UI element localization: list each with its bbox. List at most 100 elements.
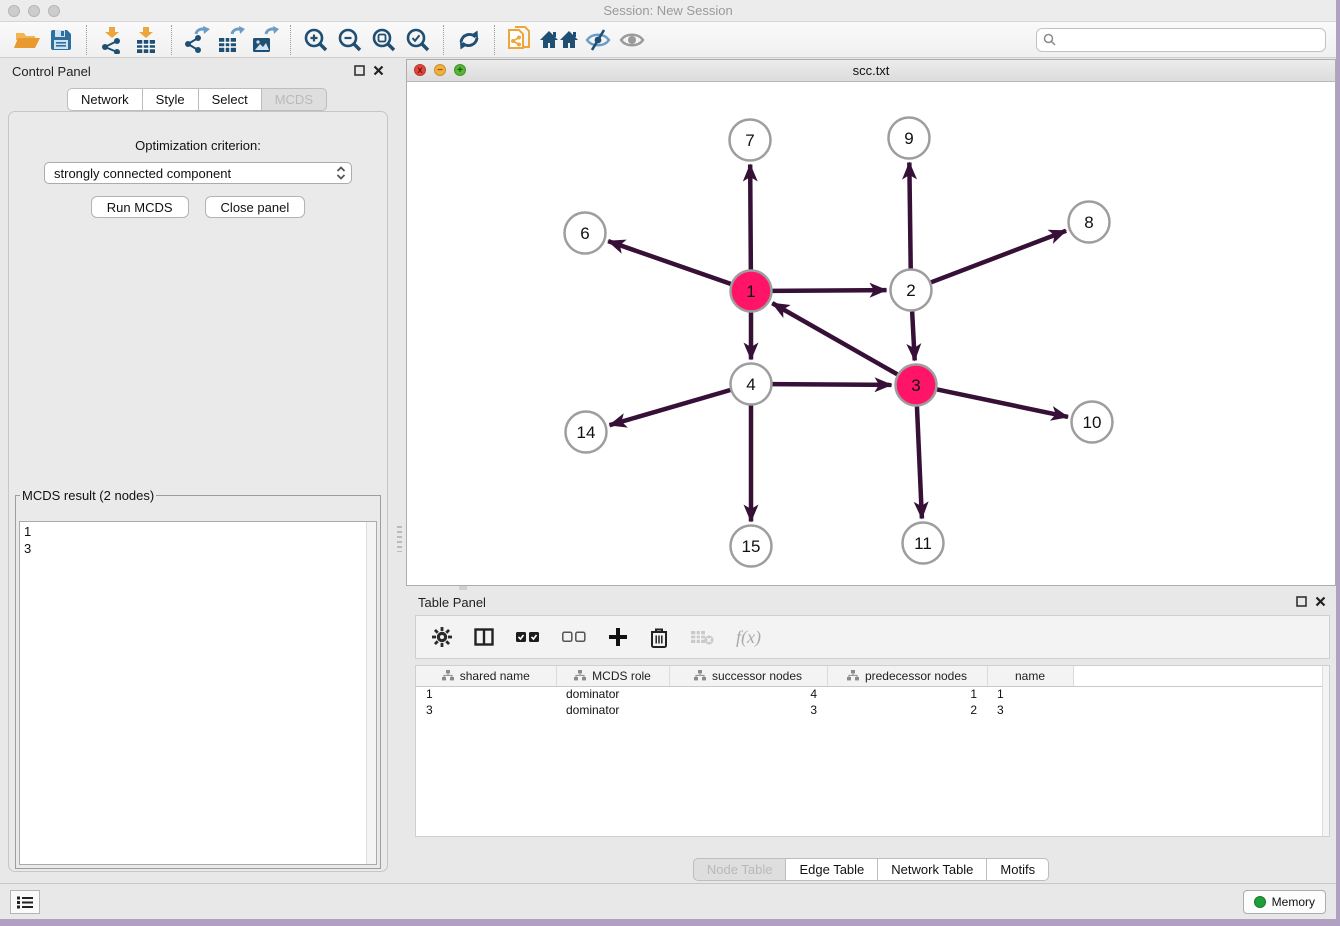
tab-node-table[interactable]: Node Table bbox=[693, 858, 786, 881]
render-eye-button[interactable] bbox=[615, 24, 649, 56]
add-column-icon[interactable] bbox=[608, 627, 628, 647]
graph-edge-1-6[interactable] bbox=[608, 241, 731, 284]
graph-edge-4-3[interactable] bbox=[772, 384, 891, 385]
delete-table-icon[interactable] bbox=[690, 629, 714, 645]
column-settings-gear-icon[interactable] bbox=[432, 627, 452, 647]
graph-edge-2-8[interactable] bbox=[931, 231, 1066, 283]
graph-edge-1-2[interactable] bbox=[772, 290, 886, 291]
column-header-shared-name[interactable]: shared name bbox=[416, 666, 556, 686]
panel-split-icon[interactable] bbox=[474, 628, 494, 646]
zoom-selected-button[interactable] bbox=[401, 24, 435, 56]
eye-icon bbox=[618, 28, 646, 52]
clone-network-button[interactable] bbox=[503, 24, 537, 56]
app-window: Session: New Session bbox=[0, 0, 1336, 919]
tab-network[interactable]: Network bbox=[67, 88, 142, 111]
column-header-mcds-role[interactable]: MCDS role bbox=[556, 666, 669, 686]
graph-edge-3-10[interactable] bbox=[937, 389, 1068, 417]
network-close-button[interactable]: x bbox=[414, 64, 426, 76]
tab-select[interactable]: Select bbox=[198, 88, 261, 111]
zoom-in-icon bbox=[303, 27, 329, 53]
control-panel-tabs: Network Style Select MCDS bbox=[0, 88, 394, 111]
graph-node-2[interactable]: 2 bbox=[891, 270, 932, 311]
task-history-button[interactable] bbox=[10, 890, 40, 914]
welcome-screen-button[interactable] bbox=[537, 24, 581, 56]
graph-edge-1-7[interactable] bbox=[750, 164, 751, 269]
column-header-successor-nodes[interactable]: successor nodes bbox=[669, 666, 827, 686]
import-network-icon bbox=[99, 26, 125, 54]
tab-style[interactable]: Style bbox=[142, 88, 198, 111]
export-image-icon bbox=[251, 26, 279, 54]
table-scrollbar[interactable] bbox=[1322, 666, 1329, 836]
graph-node-3[interactable]: 3 bbox=[896, 365, 937, 406]
delete-column-trash-icon[interactable] bbox=[650, 627, 668, 648]
table-row[interactable]: 1 dominator 4 1 1 bbox=[416, 686, 1329, 702]
graph-node-10[interactable]: 10 bbox=[1072, 402, 1113, 443]
hide-graphics-details-button[interactable] bbox=[581, 24, 615, 56]
svg-text:10: 10 bbox=[1083, 413, 1102, 432]
search-box[interactable] bbox=[1036, 28, 1326, 52]
graph-node-8[interactable]: 8 bbox=[1069, 202, 1110, 243]
search-input[interactable] bbox=[1060, 32, 1319, 47]
export-network-button[interactable] bbox=[180, 24, 214, 56]
result-scrollbar[interactable] bbox=[366, 522, 376, 864]
graph-node-1[interactable]: 1 bbox=[731, 271, 772, 312]
deselect-all-checkboxes-icon[interactable] bbox=[562, 631, 586, 643]
svg-text:7: 7 bbox=[745, 131, 754, 150]
zoom-window-button[interactable] bbox=[48, 5, 60, 17]
table-row[interactable]: 3 dominator 3 2 3 bbox=[416, 702, 1329, 718]
graph-edge-2-3[interactable] bbox=[912, 311, 915, 360]
zoom-in-button[interactable] bbox=[299, 24, 333, 56]
tab-edge-table[interactable]: Edge Table bbox=[785, 858, 877, 881]
network-window-titlebar: x − + scc.txt bbox=[407, 60, 1335, 82]
close-window-button[interactable] bbox=[8, 5, 20, 17]
eye-slash-icon bbox=[584, 28, 612, 52]
close-panel-icon[interactable] bbox=[1315, 596, 1326, 607]
apply-layout-button[interactable] bbox=[452, 24, 486, 56]
criterion-dropdown[interactable]: strongly connected component bbox=[44, 162, 352, 184]
svg-text:11: 11 bbox=[914, 534, 932, 553]
close-panel-icon[interactable] bbox=[373, 65, 384, 76]
graph-node-15[interactable]: 15 bbox=[731, 526, 772, 567]
graph-edge-4-14[interactable] bbox=[610, 390, 731, 425]
save-session-button[interactable] bbox=[44, 24, 78, 56]
column-header-name[interactable]: name bbox=[987, 666, 1073, 686]
table-header-row: shared name MCDS role successor nodes pr… bbox=[416, 666, 1329, 686]
table-panel-title: Table Panel bbox=[418, 595, 486, 610]
graph-node-6[interactable]: 6 bbox=[565, 213, 606, 254]
select-all-checkboxes-icon[interactable] bbox=[516, 631, 540, 643]
column-header-predecessor-nodes[interactable]: predecessor nodes bbox=[827, 666, 987, 686]
memory-button[interactable]: Memory bbox=[1243, 890, 1326, 914]
vertical-splitter-handle[interactable] bbox=[397, 526, 402, 552]
mcds-result-list[interactable]: 1 3 bbox=[19, 521, 377, 865]
tab-network-table[interactable]: Network Table bbox=[877, 858, 986, 881]
export-image-button[interactable] bbox=[248, 24, 282, 56]
float-panel-icon[interactable] bbox=[1296, 596, 1307, 607]
graph-node-9[interactable]: 9 bbox=[889, 118, 930, 159]
import-network-button[interactable] bbox=[95, 24, 129, 56]
float-panel-icon[interactable] bbox=[354, 65, 365, 76]
zoom-out-button[interactable] bbox=[333, 24, 367, 56]
function-builder-icon[interactable]: f(x) bbox=[736, 627, 761, 648]
graph-edge-3-11[interactable] bbox=[917, 406, 922, 518]
graph-edge-2-9[interactable] bbox=[909, 162, 910, 268]
run-mcds-button[interactable]: Run MCDS bbox=[91, 196, 189, 218]
export-table-button[interactable] bbox=[214, 24, 248, 56]
network-canvas[interactable]: 7 9 6 8 1 2 4 3 14 10 15 11 bbox=[407, 82, 1335, 585]
tab-motifs[interactable]: Motifs bbox=[986, 858, 1049, 881]
open-session-button[interactable] bbox=[10, 24, 44, 56]
close-panel-button[interactable]: Close panel bbox=[205, 196, 306, 218]
svg-text:9: 9 bbox=[904, 129, 913, 148]
zoom-fit-button[interactable] bbox=[367, 24, 401, 56]
network-minimize-button[interactable]: − bbox=[434, 64, 446, 76]
graph-node-11[interactable]: 11 bbox=[903, 523, 944, 564]
optimization-criterion-label: Optimization criterion: bbox=[9, 138, 387, 153]
graph-edge-3-1[interactable] bbox=[772, 303, 897, 374]
import-table-button[interactable] bbox=[129, 24, 163, 56]
graph-node-14[interactable]: 14 bbox=[566, 412, 607, 453]
network-maximize-button[interactable]: + bbox=[454, 64, 466, 76]
graph-node-7[interactable]: 7 bbox=[730, 120, 771, 161]
graph-node-4[interactable]: 4 bbox=[731, 364, 772, 405]
svg-text:3: 3 bbox=[911, 376, 920, 395]
minimize-window-button[interactable] bbox=[28, 5, 40, 17]
tab-mcds[interactable]: MCDS bbox=[261, 88, 327, 111]
